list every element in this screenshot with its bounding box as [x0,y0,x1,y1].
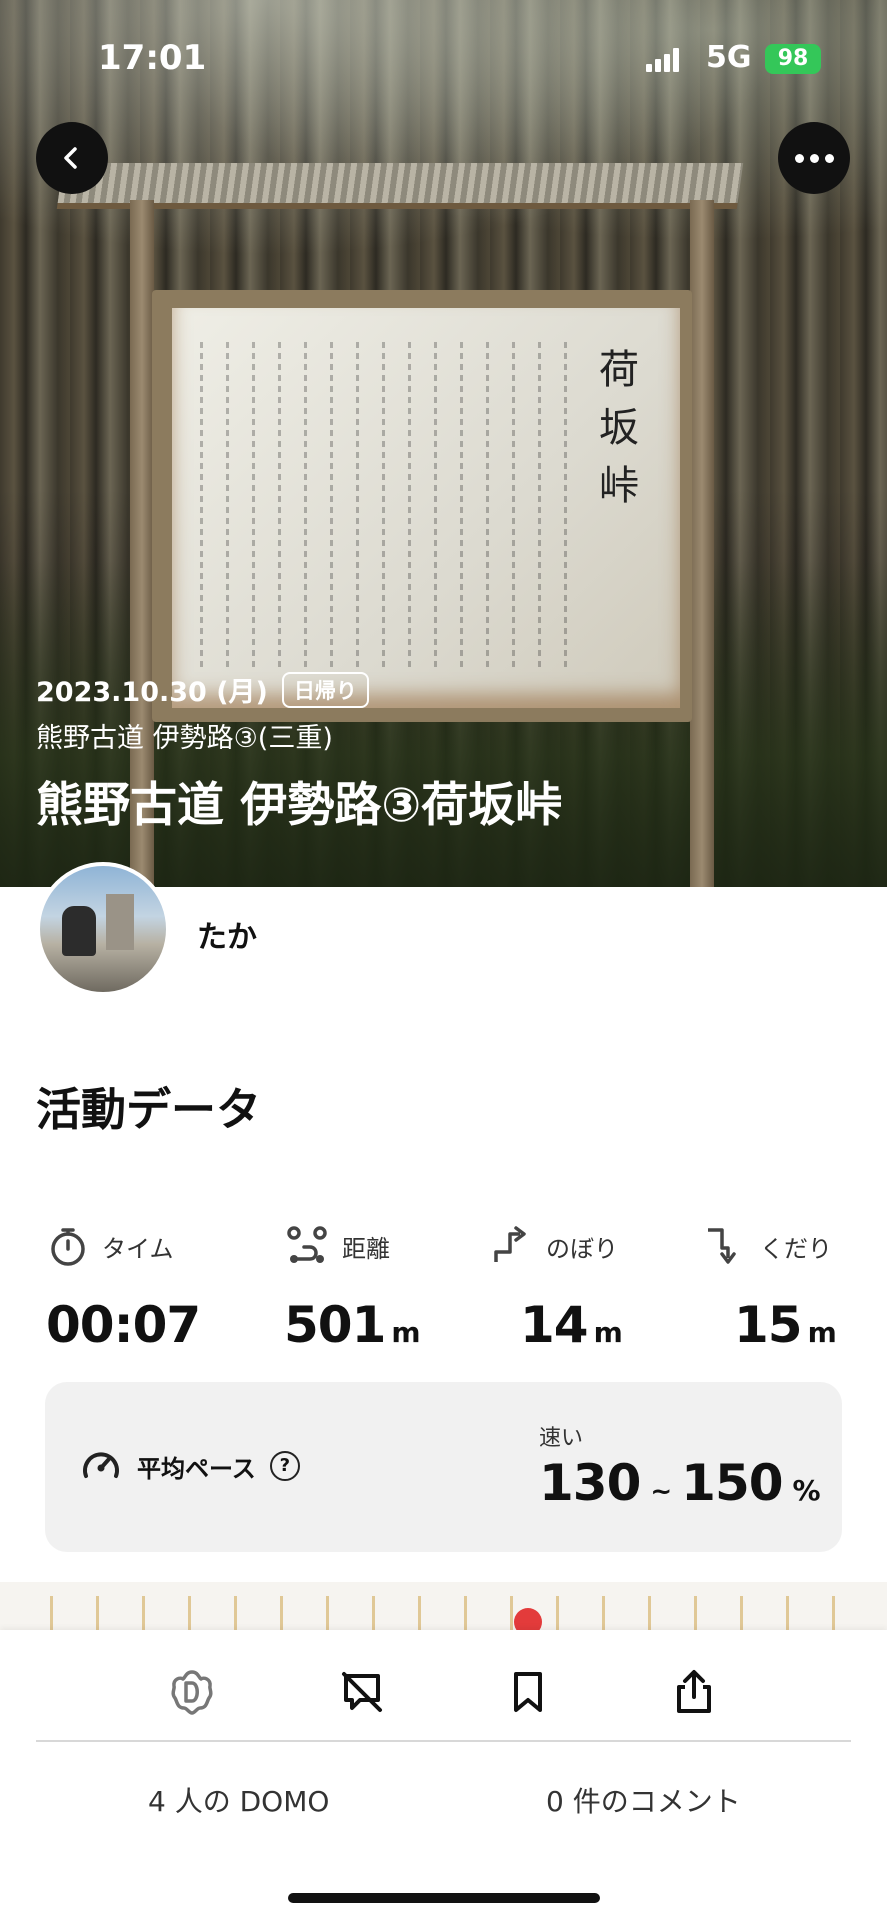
stat-value: 15 [734,1296,803,1354]
back-button[interactable] [36,122,108,194]
route-icon [287,1226,327,1263]
stat-value: 14 [520,1296,589,1354]
status-bar: 17:01 5G 98 [0,0,887,110]
sign-board: 荷坂峠 [172,308,680,708]
domo-flower-icon [171,1670,213,1715]
stat-unit: m [391,1316,420,1349]
activity-date: 2023.10.30 (月) [36,677,268,708]
activity-area[interactable]: 熊野古道 伊勢路③(三重) [36,716,333,755]
battery-icon: 98 [765,44,821,74]
comment-off-icon [342,1672,382,1712]
stat-descent: くだり 15 m [704,1222,887,1354]
speedometer-icon [83,1452,119,1478]
bookmark-button[interactable] [496,1660,560,1724]
share-button[interactable] [662,1660,726,1724]
network-type: 5G [706,40,752,75]
ascent-icon [494,1226,526,1262]
more-dots-icon [794,153,834,163]
activity-title: 熊野古道 伊勢路③荷坂峠 [36,778,563,833]
stat-label: のぼり [546,1234,618,1263]
pace-separator: ~ [650,1477,672,1507]
share-icon [677,1670,711,1713]
pace-label: 平均ペース [137,1454,256,1483]
pace-unit: % [792,1474,821,1507]
avatar-person [62,906,96,956]
comment-button[interactable] [330,1660,394,1724]
sign-post-right [690,200,714,887]
domo-button[interactable] [160,1660,224,1724]
stat-distance: 距離 501 m [284,1222,494,1354]
sign-roof [56,163,744,209]
sign-heading: 荷坂峠 [592,348,638,522]
comment-count-link[interactable]: 0 件のコメント [546,1780,741,1820]
stat-unit: m [593,1316,623,1349]
signal-icon [646,48,680,72]
more-options-button[interactable] [778,122,850,194]
section-title: 活動データ [36,1083,262,1136]
date-row: 2023.10.30 (月) 日帰り [36,670,369,709]
stat-label: 距離 [342,1234,390,1263]
home-indicator[interactable] [288,1893,600,1903]
trip-type-badge: 日帰り [281,671,369,708]
descent-icon [708,1228,736,1264]
stat-time: タイム 00:07 [46,1222,256,1354]
username[interactable]: たか [197,912,257,956]
domo-count-link[interactable]: 4 人の DOMO [148,1780,329,1820]
pace-min: 130 [539,1454,641,1512]
status-time: 17:01 [98,38,207,78]
stat-unit: m [807,1316,837,1349]
stat-label: くだり [760,1234,832,1263]
stat-value: 00:07 [46,1296,201,1354]
sign-text-lines [200,342,570,668]
avatar[interactable] [36,862,170,996]
stat-value: 501 [284,1296,386,1354]
stat-label: タイム [102,1234,174,1263]
stat-ascent: のぼり 14 m [490,1222,700,1354]
avatar-monument [106,894,134,950]
bookmark-icon [514,1672,542,1712]
help-icon[interactable]: ? [269,1451,300,1481]
bottom-action-bar: 4 人の DOMO 0 件のコメント [0,1630,887,1920]
chevron-left-icon [64,147,77,169]
divider [36,1740,851,1742]
pace-max: 150 [681,1454,783,1512]
stopwatch-icon [51,1228,85,1266]
pace-speed-label: 速い [539,1426,584,1451]
map-preview[interactable] [0,1582,887,1634]
pace-range: 130 ~150% [539,1454,821,1512]
map-contours [50,1596,850,1634]
average-pace-card: 平均ペース ? 速い 130 ~150% [45,1382,842,1552]
